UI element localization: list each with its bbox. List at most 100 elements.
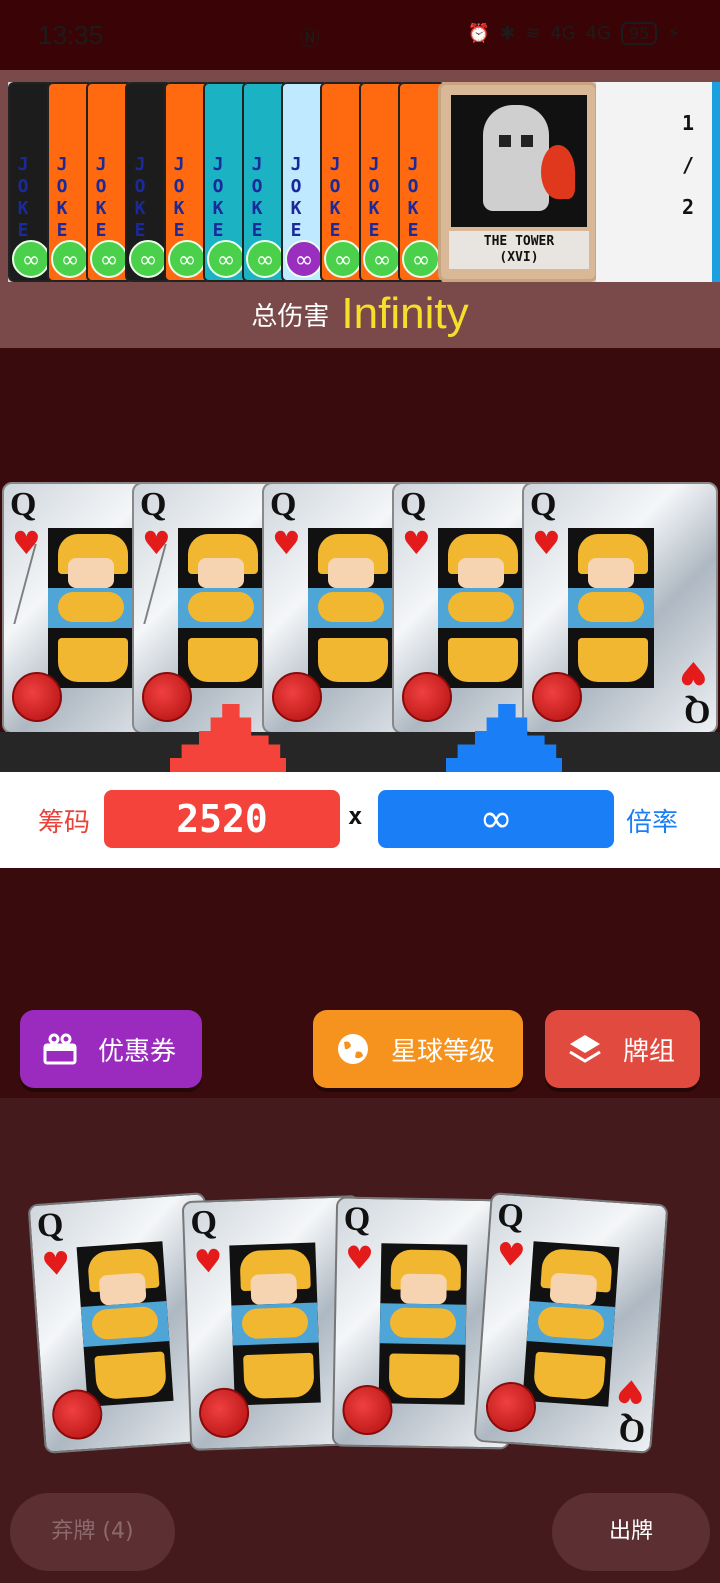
score-row: 筹码 2520 x ∞ 倍率 [0,772,720,868]
battery-indicator: 95 [621,22,658,45]
queen-face-art [378,1243,468,1405]
status-icons: ⏰ ✱ ≋ 4G 4G 95 ⚡ [468,22,680,45]
next-card-edge [712,82,720,282]
voucher-label: 优惠券 [98,1036,177,1067]
chips-label: 筹码 [38,808,91,838]
joker-edition-badge: ∞ [285,240,323,278]
heart-suit-icon: ♥ [532,524,561,562]
heart-suit-icon: ♥ [495,1234,527,1275]
charging-icon: ⚡ [667,23,680,44]
ghost-figure [483,105,549,211]
tarot-card-name-line2: (XVI) [499,250,539,265]
times-sign: x [348,802,363,830]
joker-edition-badge: ∞ [90,240,128,278]
card-rank: Q [270,486,297,523]
network-2: 4G [585,23,611,44]
card-rank: Q [343,1200,371,1239]
joker-edition-badge: ∞ [324,240,362,278]
mult-label: 倍率 [626,808,679,838]
joker-strip: J O K E ∞ J O K E ∞ J O K E ∞ J O K E ∞ J O K E ∞… [8,82,720,282]
status-bar: 13:35 Ⓝ ⏰ ✱ ≋ 4G 4G 95 ⚡ [0,0,720,70]
card-rank: Q [10,486,37,523]
deck-button[interactable]: 牌组 [545,1010,700,1088]
ghost-eye-right [521,135,533,147]
played-card[interactable]: Q ♥ Q ♥ [522,482,718,734]
card-rank: Q [496,1196,526,1236]
red-seal-icon [402,672,452,722]
joker-card-text: J O K E [290,154,302,241]
joker-card-text: J O K E [368,154,380,241]
heart-suit-icon: ♥ [40,1243,72,1284]
planet-level-label: 星球等级 [391,1036,496,1067]
consumable-max: 2 [681,195,695,219]
score-band-shadow [0,732,720,772]
joker-edition-badge: ∞ [51,240,89,278]
gift-icon [40,1029,80,1069]
joker-card-text: J O K E [173,154,185,241]
voucher-button[interactable]: 优惠券 [20,1010,202,1088]
red-seal-icon [142,672,192,722]
queen-face-art [522,1241,620,1407]
joker-card-text: J O K E [407,154,419,241]
red-seal-icon [198,1386,250,1439]
joker-card-text: J O K E [56,154,68,241]
consumable-slot: 1 / 2 [596,82,712,282]
ghost-eye-left [499,135,511,147]
bluetooth-icon: ✱ [500,23,516,44]
deck-label: 牌组 [623,1036,676,1067]
chips-value: 2520 [104,790,340,848]
joker-edition-badge: ∞ [402,240,440,278]
played-cards-area: Q ♥ Q ♥ Q ♥ Q ♥ Q ♥ Q ♥ [0,482,720,734]
globe-icon [333,1029,373,1069]
card-rank: Q [189,1203,218,1242]
heart-suit-icon-bottom: ♥ [679,654,708,692]
consumable-current: 1 [681,111,695,135]
joker-edition-badge: ∞ [168,240,206,278]
fire-icon [541,145,575,199]
joker-edition-badge: ∞ [207,240,245,278]
queen-face-art [229,1242,321,1406]
queen-face-art [76,1241,174,1407]
card-rank-bottom: Q [616,1410,646,1450]
joker-edition-badge: ∞ [12,240,50,278]
queen-face-art [308,528,394,688]
heart-suit-icon: ♥ [272,524,301,562]
play-hand-button[interactable]: 出牌 [552,1493,710,1571]
heart-suit-icon: ♥ [193,1241,224,1281]
joker-card-text: J O K E [134,154,146,241]
card-rank-bottom: Q [683,693,710,730]
network-1: 4G [550,23,576,44]
joker-card-text: J O K E [329,154,341,241]
joker-card-text: J O K E [251,154,263,241]
tower-art-image [451,95,587,227]
red-seal-icon [12,672,62,722]
total-damage-row: 总伤害 Infinity [0,280,720,348]
queen-face-art [438,528,524,688]
layers-icon [565,1029,605,1069]
card-rank: Q [400,486,427,523]
hand-card[interactable]: Q ♥ Q ♥ [473,1192,669,1454]
heart-suit-icon: ♥ [402,524,431,562]
tarot-card-the-tower[interactable]: THE TOWER (XVI) [438,82,598,282]
red-seal-icon [342,1384,393,1436]
wifi-icon: ≋ [525,23,541,44]
discard-button[interactable]: 弃牌 (4) [10,1493,175,1571]
joker-card-text: J O K E [95,154,107,241]
tarot-card-name: THE TOWER (XVI) [449,231,589,269]
joker-edition-badge: ∞ [246,240,284,278]
consumable-count: 1 / 2 [678,102,698,228]
red-seal-icon [272,672,322,722]
card-rank: Q [140,486,167,523]
red-seal-icon [532,672,582,722]
joker-card-text: J O K E [212,154,224,241]
total-damage-value: Infinity [341,289,469,338]
planet-level-button[interactable]: 星球等级 [313,1010,523,1088]
tarot-card-name-line1: THE TOWER [483,234,555,249]
joker-card-text: J O K E [17,154,29,241]
joker-edition-badge: ∞ [129,240,167,278]
joker-panel: J O K E ∞ J O K E ∞ J O K E ∞ J O K E ∞ J O K E ∞… [0,70,720,348]
card-rank: Q [35,1206,65,1245]
nfc-icon: Ⓝ [300,26,320,50]
card-rank: Q [530,486,557,523]
heart-suit-icon-bottom: ♥ [615,1371,647,1412]
